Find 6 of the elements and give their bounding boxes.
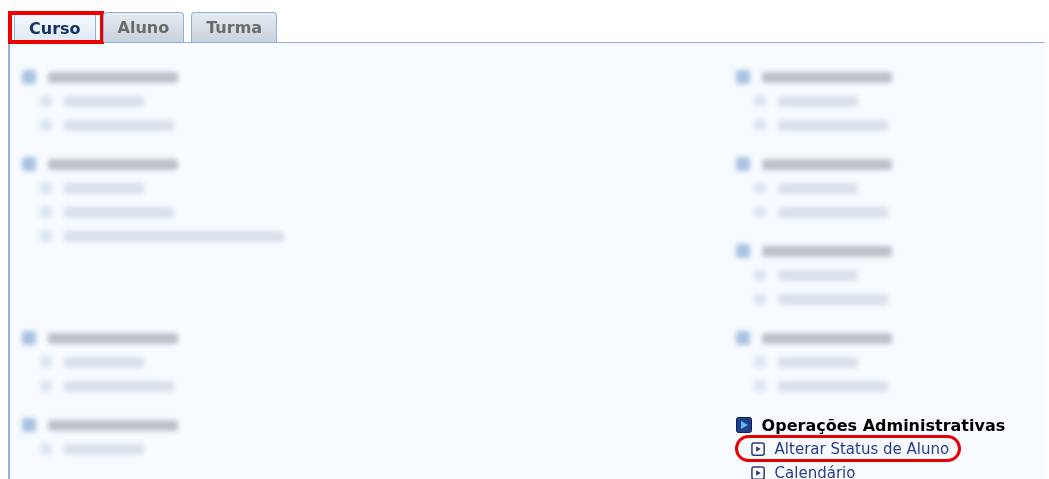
menu-link[interactable]: Alterar Status de Aluno (750, 440, 950, 458)
menu-link[interactable]: Calendário (750, 464, 856, 479)
section-icon (735, 417, 752, 433)
tab[interactable]: Aluno (102, 12, 185, 42)
section-title: Operações Administrativas (761, 415, 1006, 435)
tab[interactable]: Turma (191, 12, 278, 42)
